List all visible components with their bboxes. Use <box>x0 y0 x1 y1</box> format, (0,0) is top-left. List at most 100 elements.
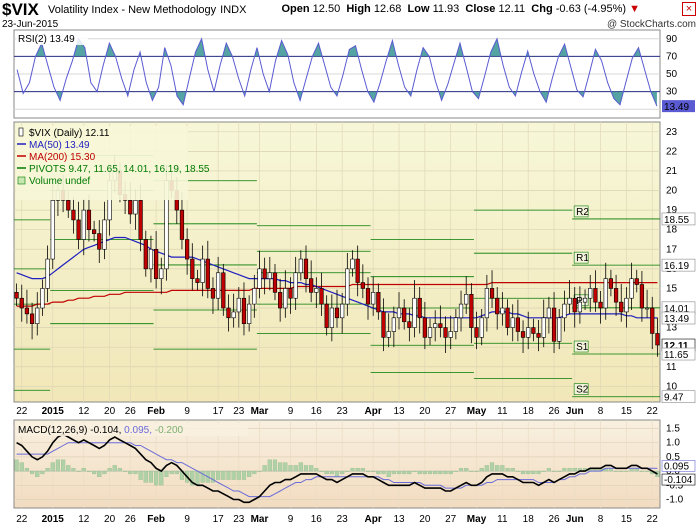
candle-body <box>76 219 81 240</box>
candle-body <box>603 278 608 309</box>
x-tick-label: 26 <box>125 514 137 525</box>
macd-histogram-bar <box>86 470 92 472</box>
macd-histogram-bar <box>24 468 30 472</box>
macd-histogram-bar <box>262 465 267 472</box>
candle-body <box>143 239 148 270</box>
x-tick-label: 9 <box>288 406 294 417</box>
macd-histogram-bar <box>309 465 314 472</box>
candle-body <box>572 297 577 313</box>
candle-body <box>402 307 407 323</box>
macd-histogram-bar <box>526 470 531 475</box>
candle-body <box>138 200 143 240</box>
candle-body <box>474 327 479 338</box>
candle-body <box>298 258 303 274</box>
x-tick-label: 18 <box>523 406 535 417</box>
candle-body <box>510 317 515 328</box>
price-value-label: 9.47 <box>664 393 684 404</box>
macd-histogram-bar <box>433 470 438 475</box>
macd-histogram-bar <box>247 470 252 477</box>
macd-histogram-bar <box>61 459 66 472</box>
candle-body <box>309 278 314 293</box>
candle-body <box>345 268 350 305</box>
candle-body <box>629 278 634 299</box>
candle-body <box>319 288 324 305</box>
candle-body <box>536 333 541 338</box>
macd-histogram-bar <box>417 470 422 475</box>
candle-body <box>288 288 293 299</box>
x-tick-label: Mar <box>251 514 269 525</box>
candle-body <box>360 282 365 289</box>
candle-body <box>577 301 583 313</box>
candle-body <box>190 258 195 279</box>
candle-body <box>179 209 185 240</box>
candle-body <box>241 297 247 324</box>
macd-histogram-bar <box>164 470 169 477</box>
candle-body <box>221 272 226 309</box>
rsi-panel: 103050709013.49RSI(2) 13.49 <box>13 29 695 119</box>
macd-histogram-bar <box>133 470 138 475</box>
candle-body <box>71 209 76 221</box>
price-tick-label: 20 <box>666 186 678 197</box>
macd-histogram-bar <box>427 470 433 475</box>
candle-body <box>293 272 298 299</box>
macd-histogram-bar <box>288 465 293 472</box>
price-legend-entry: Volume undef <box>29 176 90 187</box>
candle-body <box>567 297 572 305</box>
candle-body <box>443 327 448 338</box>
macd-histogram-bar <box>541 470 546 472</box>
macd-histogram-bar <box>448 470 453 475</box>
pivot-label: R1 <box>576 253 589 264</box>
rsi-value-label: 13.49 <box>664 102 689 113</box>
macd-histogram-bar <box>469 470 474 472</box>
macd-histogram-bar <box>562 468 567 472</box>
x-tick-label: 26 <box>125 406 137 417</box>
macd-histogram-bar <box>484 465 489 472</box>
candle-body <box>551 307 557 342</box>
x-tick-label: 12 <box>78 514 90 525</box>
price-tick-label: 23 <box>666 127 678 138</box>
macd-histogram-bar <box>148 470 154 483</box>
x-tick-label: 13 <box>393 406 405 417</box>
candle-body <box>386 331 391 338</box>
macd-histogram-bar <box>241 470 247 480</box>
x-tick-label: Apr <box>365 514 382 525</box>
rsi-tick-label: 70 <box>666 51 678 62</box>
macd-histogram-bar <box>464 468 469 472</box>
price-value-label: 18.55 <box>664 215 689 226</box>
x-axis-macd: 22 2015 12 20 26 Feb 9 17 23 Mar 9 16 23 Apr 13 20 27 May… <box>16 514 658 525</box>
macd-histogram-bar <box>324 470 329 475</box>
macd-histogram-bar <box>619 470 624 472</box>
candle-body <box>520 331 526 338</box>
candle-body <box>267 272 272 279</box>
candle-body <box>66 200 71 211</box>
macd-histogram-bar <box>81 468 86 472</box>
macd-histogram-bar <box>422 470 427 475</box>
x-tick-label: 15 <box>621 406 633 417</box>
candle-body <box>644 307 650 310</box>
x-tick-label: 9 <box>184 514 190 525</box>
candle-body <box>257 268 262 289</box>
macd-histogram-bar <box>257 470 262 472</box>
price-tick-label: 21 <box>666 166 678 177</box>
price-tick-label: 11 <box>666 362 677 373</box>
x-tick-label: 27 <box>445 514 457 525</box>
macd-histogram-bar <box>143 470 148 483</box>
candle-body <box>557 317 562 342</box>
candle-body <box>303 258 309 279</box>
macd-tick-label: -1.0 <box>666 494 684 505</box>
macd-histogram-bar <box>128 470 133 475</box>
price-legend-entry: $VIX (Daily) 12.11 <box>29 128 110 139</box>
macd-histogram-bar <box>123 470 128 472</box>
candle-body <box>588 288 593 299</box>
x-tick-label: 20 <box>104 514 116 525</box>
candle-body <box>619 301 624 313</box>
macd-histogram-bar <box>500 465 505 472</box>
macd-histogram-bar <box>221 470 226 480</box>
candle-body <box>417 297 422 319</box>
x-tick-label: 26 <box>548 406 560 417</box>
macd-histogram-bar <box>340 470 345 475</box>
macd-histogram-bar <box>345 470 350 472</box>
macd-histogram-bar <box>371 470 376 472</box>
candle-body <box>314 288 319 293</box>
macd-legend-signal: 0.095, <box>124 425 155 436</box>
